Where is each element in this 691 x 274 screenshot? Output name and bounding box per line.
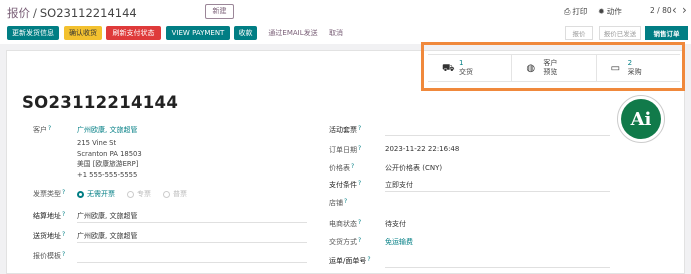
required-marker: ? [358,237,362,244]
status-sale-order[interactable]: 销售订单 [645,26,688,40]
customer-label: 客户? [33,125,51,135]
gear-icon: ✹ [598,7,605,16]
confirm-receipt-button[interactable]: 确认收货 [64,26,102,40]
radio-option-label: 普票 [173,190,187,198]
new-button[interactable]: 新建 [205,4,234,19]
pricelist-label-text: 价格表 [329,164,350,172]
ecom-status-value: 待支付 [385,220,406,228]
shipping-address-field[interactable]: 广州欧康, 文旅超管 [77,231,137,241]
customer-address: 215 Vine St Scranton PA 18503 美国 [欧康旅游ER… [77,138,142,180]
radio-icon [163,190,170,198]
order-date-value[interactable]: 2023-11-22 22:16:48 [385,145,459,153]
payment-terms-label: 支付条件? [329,180,361,190]
chevron-right-icon[interactable]: › [682,3,687,17]
invoice-type-radio-group: 无需开票 专票 普票 [77,189,187,199]
tracking-label-text: 运单/面单号 [329,257,367,265]
invoice-address-field[interactable]: 广州欧康, 文旅超管 [77,211,137,221]
invoice-type-option-none[interactable]: 无需开票 [77,189,115,199]
required-marker: ? [344,198,348,205]
pager-value[interactable]: 2 / 80 [650,6,672,15]
required-marker: ? [358,180,362,187]
address-line: 215 Vine St [77,139,117,147]
required-marker: ? [62,211,66,218]
cancel-button[interactable]: 取消 [326,26,346,40]
tracking-field[interactable] [385,267,610,268]
activity-field[interactable] [385,135,610,136]
field-underline [77,242,307,243]
invoice-address-label-text: 结算地址 [33,212,61,220]
quote-template-label-text: 报价模板 [33,252,61,260]
print-label: 打印 [572,7,588,16]
ecom-status-label: 电商状态? [329,219,361,229]
payment-terms-label-text: 支付条件 [329,181,357,189]
print-button[interactable]: ⎙ 打印 [564,6,587,17]
pricelist-label: 价格表? [329,163,354,173]
invoice-address-label: 结算地址? [33,211,65,221]
customer-field[interactable]: 广州欧康, 文旅超管 [77,125,137,135]
company-logo: Ai [617,95,665,143]
order-date-label: 订单日期? [329,145,361,155]
ecom-status-label-text: 电商状态 [329,220,357,228]
shipping-address-label-text: 送货地址 [33,232,61,240]
required-marker: ? [62,231,66,238]
radio-selected-icon [77,190,84,198]
action-button[interactable]: ✹ 动作 [598,6,622,17]
required-marker: ? [367,256,371,263]
breadcrumb: 报价 / SO23112214144 [7,5,137,21]
breadcrumb-parent[interactable]: 报价 [7,6,30,20]
activity-label-text: 活动套票 [329,126,357,134]
activity-label: 活动套票? [329,125,361,135]
required-marker: ? [351,163,355,170]
store-label: 店铺? [329,198,347,208]
view-payment-button[interactable]: VIEW PAYMENT [166,26,230,40]
radio-option-label: 专票 [137,190,151,198]
customer-label-text: 客户 [33,126,47,134]
required-marker: ? [358,219,362,226]
store-label-text: 店铺 [329,199,343,207]
invoice-type-option-special[interactable]: 专票 [127,189,151,199]
required-marker: ? [358,125,362,132]
field-underline [77,222,307,223]
address-line: Scranton PA 18503 [77,149,142,158]
register-payment-button[interactable]: 收款 [234,26,257,40]
radio-option-label: 无需开票 [87,190,115,198]
delivery-method-label-text: 交货方式 [329,238,357,246]
breadcrumb-current: SO23112214144 [39,6,137,20]
status-quotation-sent[interactable]: 报价已发送 [599,26,641,40]
breadcrumb-separator: / [33,6,37,20]
required-marker: ? [62,189,66,196]
shipping-address-label: 送货地址? [33,231,65,241]
send-email-button[interactable]: 通过EMAIL发送 [264,26,322,40]
address-line: +1 555-555-5555 [77,170,138,179]
refresh-payment-button[interactable]: 刷新支付状态 [106,26,161,40]
radio-icon [127,190,134,198]
payment-terms-value[interactable]: 立即支付 [385,180,413,190]
required-marker: ? [48,125,52,132]
logo-mark: Ai [621,99,661,139]
invoice-type-label: 发票类型? [33,189,65,199]
quote-template-label: 报价模板? [33,251,65,261]
update-shipping-button[interactable]: 更新发货信息 [7,26,59,40]
delivery-method-label: 交货方式? [329,237,361,247]
delivery-method-value[interactable]: 免运输费 [385,237,413,247]
order-name: SO23112214144 [22,93,179,112]
required-marker: ? [62,251,66,258]
status-quotation[interactable]: 报价 [565,26,593,40]
printer-icon: ⎙ [564,7,571,16]
required-marker: ? [358,145,362,152]
field-underline [385,191,610,192]
invoice-type-label-text: 发票类型 [33,190,61,198]
pricelist-value[interactable]: 公开价格表 (CNY) [385,163,442,173]
order-date-label-text: 订单日期 [329,146,357,154]
action-label: 动作 [606,7,622,16]
smart-buttons-highlight [421,42,685,91]
quote-template-field[interactable] [77,262,307,263]
tracking-label: 运单/面单号? [329,256,371,266]
address-line: 美国 [欧康旅游ERP] [77,160,139,168]
invoice-type-option-normal[interactable]: 普票 [163,189,187,199]
chevron-left-icon[interactable]: ‹ [672,3,677,17]
